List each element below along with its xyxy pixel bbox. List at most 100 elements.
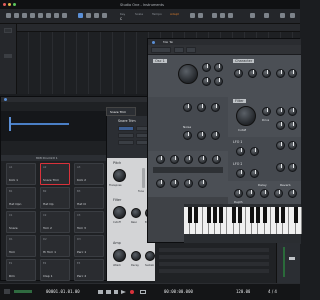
lfo2-amount-knob[interactable] — [250, 169, 259, 178]
metronome-icon[interactable] — [190, 13, 195, 18]
settings-icon[interactable] — [280, 13, 285, 18]
env2-sustain-knob[interactable] — [184, 179, 193, 188]
synth-compare-button[interactable] — [174, 47, 184, 53]
filter-tab[interactable]: Filter — [113, 198, 121, 202]
timebase-icon[interactable] — [102, 13, 107, 18]
env-velocity-knob[interactable] — [212, 155, 221, 164]
transport-tempo[interactable]: 120.00 — [236, 289, 250, 294]
grid-icon[interactable] — [94, 13, 99, 18]
lfo1-phase-knob[interactable] — [288, 141, 297, 150]
cutoff-knob[interactable] — [113, 206, 126, 219]
transpose-knob[interactable] — [113, 169, 126, 182]
channel-fader[interactable] — [289, 257, 295, 260]
quantize-icon[interactable] — [86, 13, 91, 18]
black-key[interactable] — [231, 207, 236, 223]
listen-tool-icon[interactable] — [62, 13, 67, 18]
osc1-fine-knob[interactable] — [214, 63, 223, 72]
drive-knob[interactable] — [262, 107, 271, 116]
record-button[interactable] — [130, 290, 134, 294]
delay-time-knob[interactable] — [260, 189, 269, 198]
window-icon[interactable] — [290, 13, 295, 18]
mute-tool-icon[interactable] — [46, 13, 51, 18]
lfo2-delay-knob[interactable] — [276, 163, 285, 172]
trigger-mode-button[interactable] — [118, 126, 134, 131]
waveform-area[interactable] — [1, 111, 111, 141]
drum-pad[interactable]: C3 Tom 3 — [74, 211, 104, 233]
env-attack-knob[interactable] — [156, 155, 165, 164]
impact-power-icon[interactable] — [4, 98, 7, 101]
drum-pad[interactable]: E3 Perc 2 — [74, 259, 104, 281]
track-add-icon[interactable] — [4, 54, 12, 58]
black-key[interactable] — [275, 207, 279, 223]
black-key[interactable] — [256, 207, 261, 223]
drum-pad[interactable]: A3 Kick 2 — [74, 163, 104, 185]
bend-tool-icon[interactable] — [54, 13, 59, 18]
env-sustain-knob[interactable] — [184, 155, 193, 164]
drum-pad[interactable]: C1 Snare — [6, 211, 36, 233]
synth-power-icon[interactable] — [152, 40, 155, 44]
character-drive-knob[interactable] — [276, 69, 285, 78]
window-controls-min[interactable] — [8, 3, 11, 6]
eraser-tool-icon[interactable] — [30, 13, 35, 18]
noise-color-knob[interactable] — [197, 131, 206, 140]
decay-knob[interactable] — [131, 251, 141, 261]
record-mode-icon[interactable] — [198, 13, 203, 18]
synth-copy-button[interactable] — [186, 47, 196, 53]
black-key[interactable] — [237, 207, 242, 223]
lfo1-delay-knob[interactable] — [276, 141, 285, 150]
drum-pad[interactable]: E1 Rim — [6, 259, 36, 281]
sustain-knob[interactable] — [145, 251, 155, 261]
black-key[interactable] — [188, 207, 193, 223]
osc1-pitch-knob[interactable] — [202, 63, 211, 72]
env-decay-knob[interactable] — [170, 155, 179, 164]
adapt-label[interactable]: Adapt — [170, 12, 179, 16]
noise-level-knob[interactable] — [183, 131, 192, 140]
filter-vel-knob[interactable] — [288, 121, 297, 130]
help-icon[interactable] — [264, 13, 269, 18]
stop-button[interactable] — [114, 290, 118, 294]
performance-icon[interactable] — [212, 13, 217, 18]
osc2-level-knob[interactable] — [211, 103, 220, 112]
timeline-ruler[interactable] — [17, 24, 300, 32]
filter-key-knob[interactable] — [276, 121, 285, 130]
reso-knob-synth[interactable] — [276, 107, 285, 116]
amp-tab[interactable]: Amp — [113, 241, 121, 245]
drum-pad[interactable]: C2 Tom 2 — [40, 211, 70, 233]
osc2-pitch-knob[interactable] — [183, 103, 192, 112]
black-key[interactable] — [293, 207, 298, 223]
loop-button[interactable] — [118, 140, 134, 145]
reso-knob[interactable] — [131, 208, 141, 218]
black-key[interactable] — [213, 207, 217, 223]
project-icon[interactable] — [228, 13, 233, 18]
lfo1-rate-knob[interactable] — [236, 147, 245, 156]
black-key[interactable] — [262, 207, 267, 223]
midi-monitor-icon[interactable] — [4, 289, 10, 294]
attack-knob[interactable] — [113, 249, 126, 262]
start-icon[interactable] — [250, 13, 255, 18]
character-width-knob[interactable] — [288, 69, 297, 78]
browser-row[interactable] — [159, 248, 269, 252]
envelope-tab-bar[interactable] — [153, 167, 223, 173]
black-key[interactable] — [250, 207, 255, 223]
reverb-mix-knob[interactable] — [274, 189, 283, 198]
drum-pad[interactable]: D1 Tom — [6, 235, 36, 257]
black-key[interactable] — [194, 207, 199, 223]
window-controls[interactable] — [3, 3, 6, 6]
env2-release-knob[interactable] — [198, 179, 207, 188]
synth-preset-button[interactable] — [151, 47, 171, 53]
forward-button[interactable] — [106, 290, 111, 294]
key-value[interactable]: C — [120, 17, 122, 21]
snap-icon[interactable] — [78, 13, 83, 18]
cutoff-knob-large[interactable] — [236, 106, 256, 126]
split-tool-icon[interactable] — [22, 13, 27, 18]
arrow-tool-icon[interactable] — [6, 13, 11, 18]
browser-row[interactable] — [159, 269, 269, 273]
transport-signature[interactable]: 4 / 4 — [268, 289, 277, 294]
osc1-pw-knob[interactable] — [202, 77, 211, 86]
black-key[interactable] — [219, 207, 224, 223]
browser-row[interactable] — [159, 255, 269, 259]
env2-attack-knob[interactable] — [156, 179, 165, 188]
fx-knob-2[interactable] — [246, 189, 255, 198]
lfo2-rate-knob[interactable] — [236, 169, 245, 178]
window-controls-max[interactable] — [13, 3, 16, 6]
